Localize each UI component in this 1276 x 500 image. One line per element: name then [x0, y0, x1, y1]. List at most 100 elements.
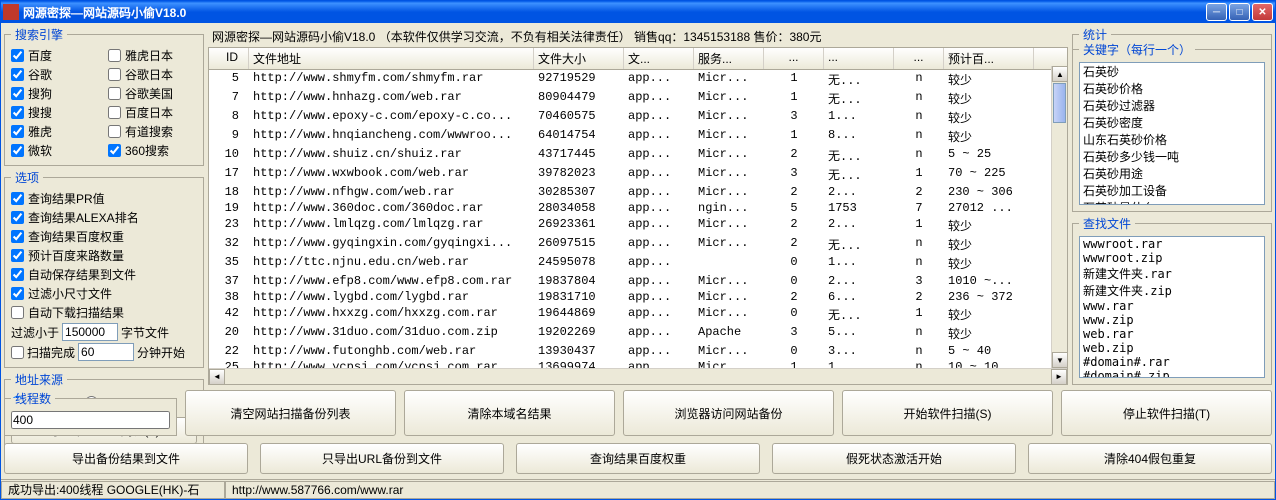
scroll-left-icon[interactable]: ◄: [209, 369, 225, 385]
keyword-item[interactable]: 石英砂是什么: [1080, 199, 1264, 205]
filter-size-input[interactable]: [62, 323, 118, 341]
table-row[interactable]: 37http://www.efp8.com/www.efp8.com.rar19…: [209, 273, 1067, 289]
scroll-up-icon[interactable]: ▲: [1052, 66, 1068, 82]
engine-360搜索[interactable]: 360搜索: [108, 142, 197, 159]
minimize-button[interactable]: ─: [1206, 3, 1227, 21]
engine-百度日本[interactable]: 百度日本: [108, 104, 197, 121]
keyword-item[interactable]: 石英砂用途: [1080, 165, 1264, 182]
column-header[interactable]: ...: [824, 48, 894, 69]
filter-label-b: 字节文件: [121, 324, 169, 341]
status-left: 成功导出:400线程 GOOGLE(HK)-石: [1, 481, 225, 499]
export-url-button[interactable]: 只导出URL备份到文件: [260, 443, 504, 474]
column-header[interactable]: 服务...: [694, 48, 764, 69]
statusbar: 成功导出:400线程 GOOGLE(HK)-石 http://www.58776…: [1, 479, 1275, 499]
scan-delay-input[interactable]: [78, 343, 134, 361]
table-row[interactable]: 20http://www.31duo.com/31duo.com.zip1920…: [209, 324, 1067, 343]
findfile-item[interactable]: web.zip: [1080, 341, 1264, 355]
engine-雅虎[interactable]: 雅虎: [11, 123, 100, 140]
findfile-item[interactable]: #domain#.rar: [1080, 355, 1264, 369]
maximize-button[interactable]: □: [1229, 3, 1250, 21]
column-header[interactable]: ID: [209, 48, 249, 69]
option-6[interactable]: 自动下载扫描结果: [11, 304, 197, 321]
engine-谷歌日本[interactable]: 谷歌日本: [108, 66, 197, 83]
table-row[interactable]: 8http://www.epoxy-c.com/epoxy-c.co...704…: [209, 108, 1067, 127]
browse-backup-button[interactable]: 浏览器访问网站备份: [623, 390, 834, 436]
stop-scan-button[interactable]: 停止软件扫描(T): [1061, 390, 1272, 436]
column-header[interactable]: 文...: [624, 48, 694, 69]
start-scan-button[interactable]: 开始软件扫描(S): [842, 390, 1053, 436]
keyword-item[interactable]: 石英砂价格: [1080, 80, 1264, 97]
column-header[interactable]: 文件地址: [249, 48, 534, 69]
search-engines-group: 搜索引擎 百度雅虎日本谷歌谷歌日本搜狗谷歌美国搜搜百度日本雅虎有道搜索微软360…: [4, 26, 204, 166]
table-row[interactable]: 22http://www.futonghb.com/web.rar1393043…: [209, 343, 1067, 359]
table-row[interactable]: 9http://www.hnqiancheng.com/wwwroo...640…: [209, 127, 1067, 146]
keyword-item[interactable]: 山东石英砂价格: [1080, 131, 1264, 148]
clear-domain-button[interactable]: 清除本域名结果: [404, 390, 615, 436]
findfiles-list[interactable]: wwwroot.rarwwwroot.zip新建文件夹.rar新建文件夹.zip…: [1079, 236, 1265, 379]
keywords-legend: 关键字（每行一个）: [1079, 41, 1195, 58]
findfile-item[interactable]: www.rar: [1080, 299, 1264, 313]
engine-百度[interactable]: 百度: [11, 47, 100, 64]
engine-有道搜索[interactable]: 有道搜索: [108, 123, 197, 140]
table-row[interactable]: 17http://www.wxwbook.com/web.rar39782023…: [209, 165, 1067, 184]
keyword-item[interactable]: 石英砂: [1080, 63, 1264, 80]
scroll-down-icon[interactable]: ▼: [1052, 352, 1068, 368]
table-row[interactable]: 42http://www.hxxzg.com/hxxzg.com.rar1964…: [209, 305, 1067, 324]
clear-404-button[interactable]: 清除404假包重复: [1028, 443, 1272, 474]
option-1[interactable]: 查询结果ALEXA排名: [11, 209, 197, 226]
option-2[interactable]: 查询结果百度权重: [11, 228, 197, 245]
table-row[interactable]: 18http://www.nfhgw.com/web.rar30285307ap…: [209, 184, 1067, 200]
table-row[interactable]: 5http://www.shmyfm.com/shmyfm.rar9271952…: [209, 70, 1067, 89]
findfiles-legend: 查找文件: [1079, 215, 1135, 232]
table-row[interactable]: 35http://ttc.njnu.edu.cn/web.rar24595078…: [209, 254, 1067, 273]
keyword-item[interactable]: 石英砂密度: [1080, 114, 1264, 131]
vertical-scrollbar[interactable]: ▲ ▼: [1051, 66, 1067, 368]
findfile-item[interactable]: wwwroot.zip: [1080, 251, 1264, 265]
scroll-right-icon[interactable]: ►: [1051, 369, 1067, 385]
keyword-item[interactable]: 石英砂多少钱一吨: [1080, 148, 1264, 165]
engine-谷歌美国[interactable]: 谷歌美国: [108, 85, 197, 102]
option-4[interactable]: 自动保存结果到文件: [11, 266, 197, 283]
scan-delay-check[interactable]: [11, 346, 24, 359]
threads-input[interactable]: [11, 411, 170, 429]
column-header[interactable]: ...: [764, 48, 824, 69]
table-row[interactable]: 19http://www.360doc.com/360doc.rar280340…: [209, 200, 1067, 216]
option-5[interactable]: 过滤小尺寸文件: [11, 285, 197, 302]
findfile-item[interactable]: 新建文件夹.zip: [1080, 282, 1264, 299]
table-row[interactable]: 32http://www.gyqingxin.com/gyqingxi...26…: [209, 235, 1067, 254]
export-results-button[interactable]: 导出备份结果到文件: [4, 443, 248, 474]
engine-谷歌[interactable]: 谷歌: [11, 66, 100, 83]
baidu-weight-button[interactable]: 查询结果百度权重: [516, 443, 760, 474]
results-table[interactable]: ID文件地址文件大小文...服务............预计百... 5http…: [208, 47, 1068, 385]
threads-legend: 线程数: [11, 390, 55, 407]
engine-搜狗[interactable]: 搜狗: [11, 85, 100, 102]
options-group: 选项 查询结果PR值查询结果ALEXA排名查询结果百度权重预计百度来路数量自动保…: [4, 169, 204, 368]
column-header[interactable]: 预计百...: [944, 48, 1034, 69]
findfile-item[interactable]: wwwroot.rar: [1080, 237, 1264, 251]
option-0[interactable]: 查询结果PR值: [11, 190, 197, 207]
findfile-item[interactable]: #domain#.zip: [1080, 369, 1264, 379]
clear-scan-list-button[interactable]: 清空网站扫描备份列表: [185, 390, 396, 436]
close-button[interactable]: ✕: [1252, 3, 1273, 21]
fake-death-button[interactable]: 假死状态激活开始: [772, 443, 1016, 474]
table-row[interactable]: 23http://www.lmlqzg.com/lmlqzg.rar269233…: [209, 216, 1067, 235]
column-header[interactable]: 文件大小: [534, 48, 624, 69]
findfile-item[interactable]: web.rar: [1080, 327, 1264, 341]
option-3[interactable]: 预计百度来路数量: [11, 247, 197, 264]
findfile-item[interactable]: 新建文件夹.rar: [1080, 265, 1264, 282]
engine-微软[interactable]: 微软: [11, 142, 100, 159]
keywords-list[interactable]: 石英砂石英砂价格石英砂过滤器石英砂密度山东石英砂价格石英砂多少钱一吨石英砂用途石…: [1079, 62, 1265, 205]
findfile-item[interactable]: www.zip: [1080, 313, 1264, 327]
engine-雅虎日本[interactable]: 雅虎日本: [108, 47, 197, 64]
keyword-item[interactable]: 石英砂过滤器: [1080, 97, 1264, 114]
table-row[interactable]: 38http://www.lygbd.com/lygbd.rar19831710…: [209, 289, 1067, 305]
titlebar: 网源密探—网站源码小偷V18.0 ─ □ ✕: [1, 1, 1275, 23]
keyword-item[interactable]: 石英砂加工设备: [1080, 182, 1264, 199]
engine-搜搜[interactable]: 搜搜: [11, 104, 100, 121]
table-row[interactable]: 25http://www.ycpsj.com/ycpsj.com.rar1369…: [209, 359, 1067, 368]
horizontal-scrollbar[interactable]: ◄ ►: [209, 368, 1067, 384]
table-row[interactable]: 10http://www.shuiz.cn/shuiz.rar43717445a…: [209, 146, 1067, 165]
scroll-thumb[interactable]: [1053, 83, 1066, 123]
column-header[interactable]: ...: [894, 48, 944, 69]
table-row[interactable]: 7http://www.hnhazg.com/web.rar80904479ap…: [209, 89, 1067, 108]
